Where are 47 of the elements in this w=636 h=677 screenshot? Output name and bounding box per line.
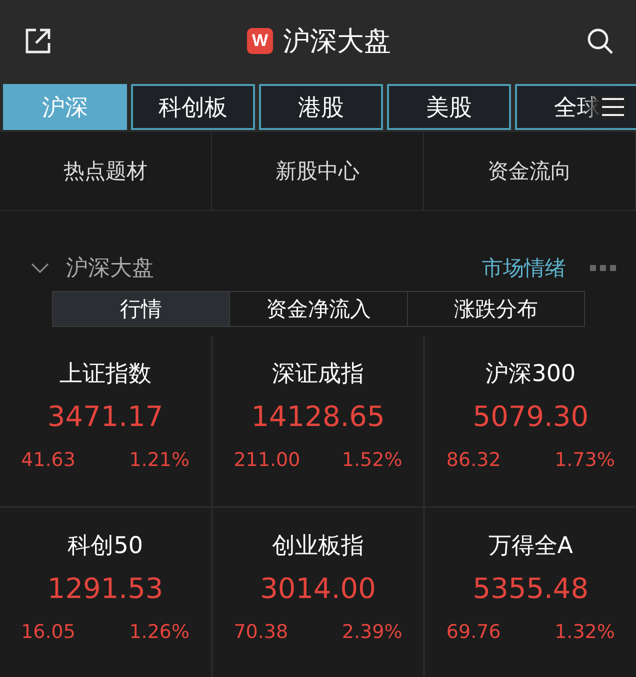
- index-card[interactable]: 科创50 1291.53 16.05 1.26%: [0, 508, 211, 677]
- market-tab[interactable]: 全球: [515, 84, 636, 130]
- index-percent: 1.21%: [129, 449, 190, 471]
- market-sentiment-link[interactable]: 市场情绪: [482, 254, 566, 282]
- shortcut-link[interactable]: 热点题材: [0, 132, 212, 210]
- index-name: 创业板指: [272, 532, 364, 560]
- index-name: 科创50: [68, 532, 143, 560]
- index-value: 3014.00: [260, 572, 376, 604]
- index-change: 69.76: [446, 620, 501, 642]
- index-change: 70.38: [234, 620, 288, 642]
- index-value: 3471.17: [47, 400, 164, 433]
- index-card[interactable]: 万得全A 5355.48 69.76 1.32%: [425, 508, 636, 677]
- index-value: 5079.30: [472, 400, 589, 433]
- index-percent: 1.26%: [129, 620, 190, 642]
- more-icon[interactable]: [590, 264, 616, 272]
- shortcut-link[interactable]: 资金流向: [424, 132, 636, 210]
- index-card[interactable]: 上证指数 3471.17 41.63 1.21%: [0, 336, 211, 506]
- index-change: 86.32: [446, 449, 501, 471]
- index-percent: 1.73%: [554, 449, 615, 471]
- index-percent: 2.39%: [342, 620, 402, 642]
- index-change: 16.05: [21, 620, 76, 642]
- index-value: 14128.65: [251, 400, 385, 433]
- index-name: 上证指数: [59, 360, 152, 388]
- page-title: 沪深大盘: [283, 25, 391, 59]
- menu-icon[interactable]: [600, 96, 626, 118]
- market-tab[interactable]: 美股: [387, 84, 511, 130]
- index-card[interactable]: 深证成指 14128.65 211.00 1.52%: [212, 336, 424, 506]
- index-name: 万得全A: [488, 532, 574, 560]
- index-change: 41.63: [21, 449, 76, 471]
- index-percent: 1.32%: [554, 620, 615, 642]
- index-name: 深证成指: [272, 360, 364, 388]
- index-change: 211.00: [234, 449, 300, 471]
- index-value: 1291.53: [47, 572, 164, 604]
- index-name: 沪深300: [486, 360, 576, 388]
- app-logo: W: [247, 28, 273, 54]
- index-card[interactable]: 沪深300 5079.30 86.32 1.73%: [425, 336, 636, 506]
- search-icon[interactable]: [586, 27, 614, 55]
- segment-tab[interactable]: 行情: [53, 292, 230, 326]
- index-value: 5355.48: [472, 572, 589, 604]
- index-percent: 1.52%: [342, 449, 402, 471]
- shortcut-link[interactable]: 新股中心: [212, 132, 424, 210]
- share-icon[interactable]: [24, 27, 52, 55]
- market-tab[interactable]: 科创板: [131, 84, 255, 130]
- chevron-icon[interactable]: [30, 262, 50, 274]
- index-card[interactable]: 创业板指 3014.00 70.38 2.39%: [212, 508, 424, 677]
- market-tab[interactable]: 港股: [259, 84, 383, 130]
- section-title: 沪深大盘: [66, 255, 155, 283]
